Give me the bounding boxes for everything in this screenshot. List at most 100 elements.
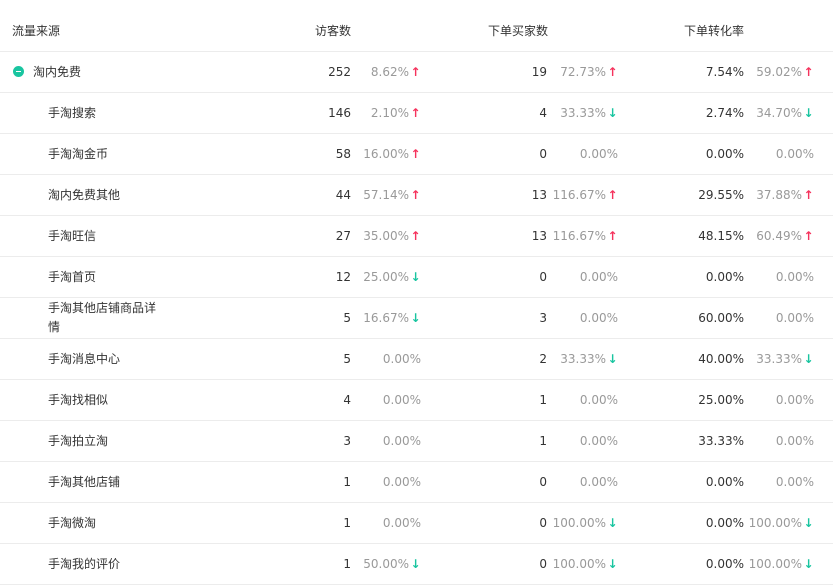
buyers-change: 0.00% [580,134,618,174]
table-row[interactable]: 淘内免费其他 44 57.14% ↑ 13 116.67% ↑ 29.55% 37.88% ↑ [0,175,833,216]
buyers-change-text: 33.33% [560,352,606,366]
buyers-change: 0.00% [580,421,618,461]
buyers-change-text: 0.00% [579,270,618,284]
source-name: 手淘淘金币 [48,146,109,161]
arrow-down-icon: ↓ [607,516,618,530]
visitors-change-text: 0.00% [382,434,421,448]
table-row[interactable]: 手淘拍立淘 3 0.00% 1 0.00% 33.33% 0.00% [0,421,833,462]
buyers-change-text: 116.67% [552,188,606,202]
visitors-value: 252 [328,65,351,79]
buyers-value: 19 [531,65,547,79]
traffic-source-table: 流量来源 访客数 下单买家数 下单转化率 淘内免费 252 8.62% ↑ 19 72.7… [0,0,833,585]
table-row-group[interactable]: 淘内免费 252 8.62% ↑ 19 72.73% ↑ 7.54% 59.02% ↑ [0,52,833,93]
buyers-value: 13 [531,188,547,202]
buyers-value: 0 [539,516,547,530]
buyers-change: 116.67% ↑ [553,216,618,256]
table-row[interactable]: 手淘我的评价 1 50.00% ↓ 0 100.00% ↓ 0.00% 100.00% ↓ [0,544,833,585]
conversion-rate-change-text: 0.00% [775,393,814,407]
buyers-change: 72.73% ↑ [560,52,618,92]
buyers-value: 1 [539,393,547,407]
conversion-rate-change-text: 60.49% [756,229,802,243]
source-name: 手淘拍立淘 [48,433,109,448]
table-body: 淘内免费 252 8.62% ↑ 19 72.73% ↑ 7.54% 59.02% ↑ 手淘搜索 14… [0,52,833,585]
buyers-change-text: 0.00% [579,434,618,448]
buyers-change: 100.00% ↓ [553,503,618,543]
conversion-rate-change: 59.02% ↑ [756,52,814,92]
column-header-source: 流量来源 [12,24,61,38]
visitors-change-text: 0.00% [382,475,421,489]
source-name: 手淘其他店铺商品详情 [48,301,157,334]
visitors-change: 0.00% [383,421,421,461]
arrow-down-icon: ↓ [803,352,814,366]
conversion-rate-value: 0.00% [705,516,744,530]
visitors-value: 1 [343,557,351,571]
conversion-rate-value: 40.00% [698,352,744,366]
visitors-change: 0.00% [383,462,421,502]
table-row[interactable]: 手淘首页 12 25.00% ↓ 0 0.00% 0.00% 0.00% [0,257,833,298]
source-name: 手淘搜索 [48,105,97,120]
visitors-change: 16.67% ↓ [363,298,421,338]
buyers-value: 0 [539,270,547,284]
table-row[interactable]: 手淘其他店铺 1 0.00% 0 0.00% 0.00% 0.00% [0,462,833,503]
arrow-down-icon: ↓ [803,106,814,120]
conversion-rate-value: 2.74% [705,106,744,120]
collapse-minus-icon[interactable] [13,66,24,77]
visitors-change-text: 50.00% [363,557,409,571]
table-row[interactable]: 手淘其他店铺商品详情 5 16.67% ↓ 3 0.00% 60.00% 0.00% [0,298,833,339]
visitors-change-text: 0.00% [382,393,421,407]
visitors-change-text: 16.67% [363,311,409,325]
conversion-rate-change: 100.00% ↓ [749,544,814,584]
conversion-rate-value: 33.33% [698,434,744,448]
table-row[interactable]: 手淘消息中心 5 0.00% 2 33.33% ↓ 40.00% 33.33% ↓ [0,339,833,380]
visitors-value: 58 [335,147,351,161]
conversion-rate-change: 0.00% [776,134,814,174]
column-header-conversion-rate[interactable]: 下单转化率 [684,22,744,39]
arrow-up-icon: ↑ [803,229,814,243]
conversion-rate-value: 0.00% [705,270,744,284]
visitors-value: 4 [343,393,351,407]
visitors-change: 8.62% ↑ [371,52,421,92]
arrow-down-icon: ↓ [607,106,618,120]
arrow-up-icon: ↑ [607,229,618,243]
table-header: 流量来源 访客数 下单买家数 下单转化率 [0,0,833,52]
visitors-value: 3 [343,434,351,448]
column-header-visitors[interactable]: 访客数 [315,22,351,39]
buyers-value: 3 [539,311,547,325]
buyers-change-text: 72.73% [560,65,606,79]
buyers-value: 4 [539,106,547,120]
buyers-change: 33.33% ↓ [560,339,618,379]
arrow-down-icon: ↓ [410,270,421,284]
visitors-value: 27 [335,229,351,243]
table-row[interactable]: 手淘搜索 146 2.10% ↑ 4 33.33% ↓ 2.74% 34.70% ↓ [0,93,833,134]
conversion-rate-change: 0.00% [776,462,814,502]
visitors-value: 12 [335,270,351,284]
visitors-change-text: 16.00% [363,147,409,161]
table-row[interactable]: 手淘旺信 27 35.00% ↑ 13 116.67% ↑ 48.15% 60.49% ↑ [0,216,833,257]
visitors-change: 50.00% ↓ [363,544,421,584]
conversion-rate-change: 33.33% ↓ [756,339,814,379]
buyers-value: 2 [539,352,547,366]
visitors-value: 5 [343,311,351,325]
conversion-rate-change: 37.88% ↑ [756,175,814,215]
conversion-rate-value: 60.00% [698,311,744,325]
table-row[interactable]: 手淘淘金币 58 16.00% ↑ 0 0.00% 0.00% 0.00% [0,134,833,175]
source-name: 手淘找相似 [48,392,109,407]
arrow-up-icon: ↑ [410,65,421,79]
table-row[interactable]: 手淘微淘 1 0.00% 0 100.00% ↓ 0.00% 100.00% ↓ [0,503,833,544]
conversion-rate-change-text: 34.70% [756,106,802,120]
table-row[interactable]: 手淘找相似 4 0.00% 1 0.00% 25.00% 0.00% [0,380,833,421]
buyers-change: 0.00% [580,257,618,297]
conversion-rate-value: 29.55% [698,188,744,202]
column-header-buyers[interactable]: 下单买家数 [488,22,548,39]
buyers-change-text: 0.00% [579,311,618,325]
arrow-up-icon: ↑ [410,147,421,161]
arrow-down-icon: ↓ [410,311,421,325]
visitors-change: 0.00% [383,503,421,543]
buyers-change-text: 100.00% [552,516,606,530]
visitors-value: 1 [343,516,351,530]
source-name: 淘内免费其他 [48,187,121,202]
arrow-up-icon: ↑ [803,188,814,202]
buyers-change-text: 0.00% [579,147,618,161]
arrow-up-icon: ↑ [803,65,814,79]
conversion-rate-change: 34.70% ↓ [756,93,814,133]
